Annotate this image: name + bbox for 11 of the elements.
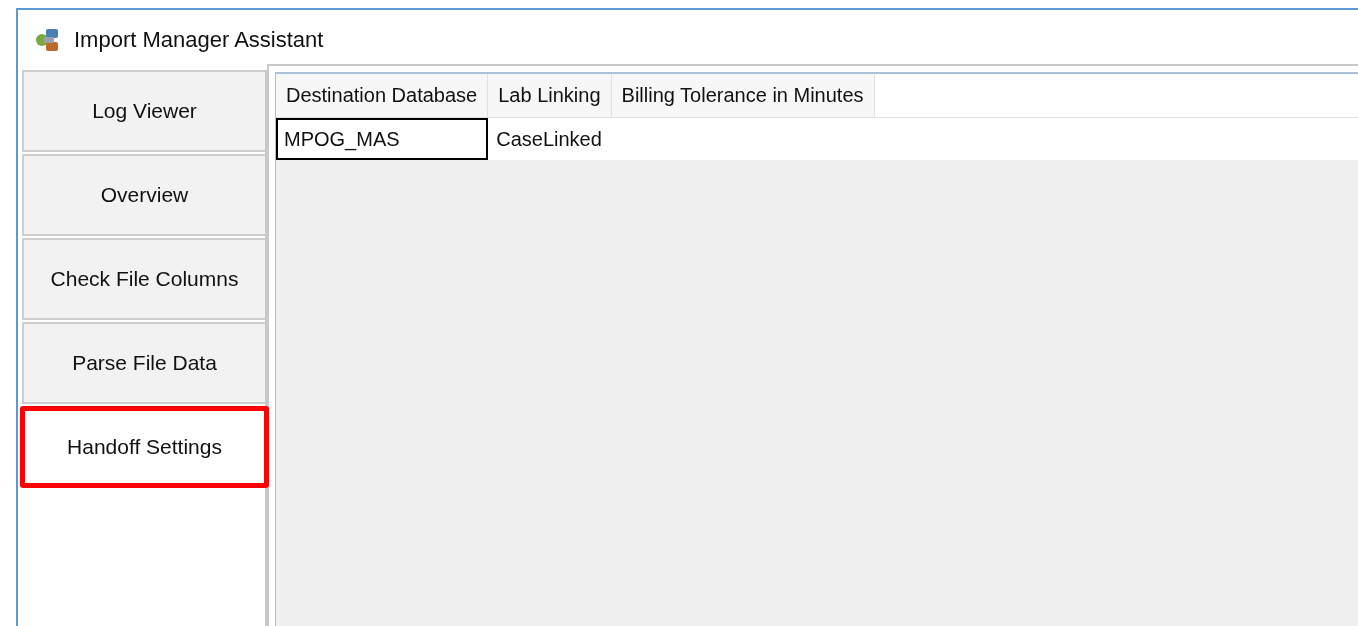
column-header[interactable]: Destination Database (276, 74, 489, 117)
nav-tab[interactable]: Check File Columns (22, 238, 265, 320)
nav-tab[interactable]: Overview (22, 154, 265, 236)
nav-tab[interactable]: Handoff Settings (20, 406, 269, 488)
nav-tab[interactable]: Parse File Data (22, 322, 265, 404)
table-cell[interactable]: MPOG_MAS (276, 118, 489, 160)
column-header[interactable]: Lab Linking (488, 74, 612, 117)
column-header[interactable]: Billing Tolerance in Minutes (611, 74, 875, 117)
table-cell[interactable]: CaseLinked (488, 118, 612, 160)
window-title: Import Manager Assistant (74, 27, 324, 53)
nav-tab[interactable]: Log Viewer (22, 70, 265, 152)
